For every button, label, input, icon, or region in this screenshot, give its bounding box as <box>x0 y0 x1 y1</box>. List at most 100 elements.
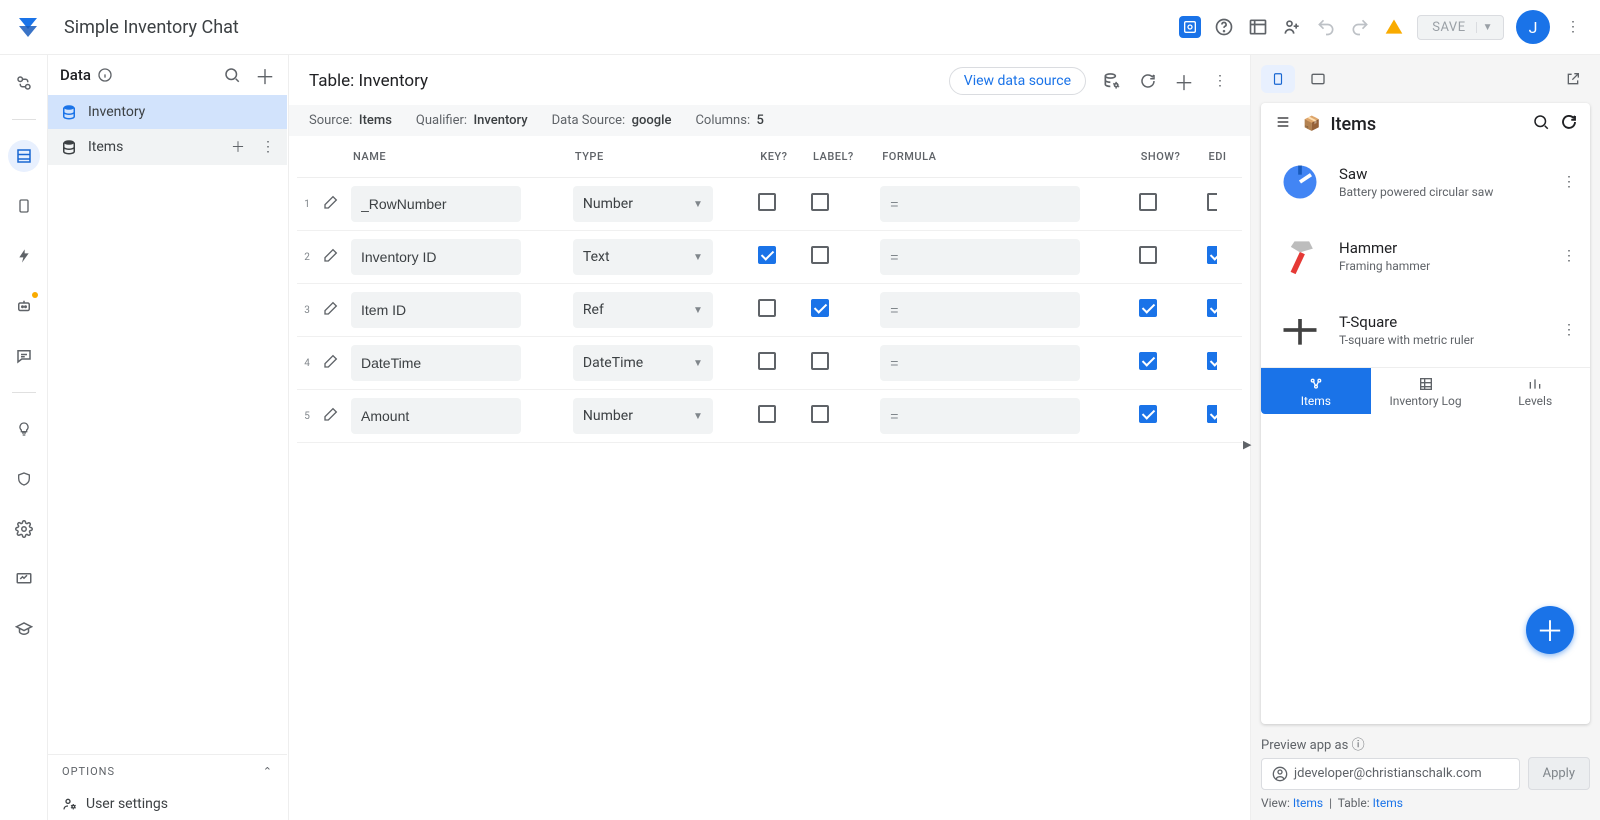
key-checkbox[interactable] <box>758 246 776 264</box>
item-more-icon[interactable]: ⋮ <box>1562 248 1576 264</box>
edit-checkbox[interactable] <box>1207 352 1217 370</box>
footer-view-link[interactable]: Items <box>1293 796 1323 810</box>
preview-list-item[interactable]: Hammer Framing hammer ⋮ <box>1261 219 1590 293</box>
edit-checkbox[interactable] <box>1207 405 1217 423</box>
column-type-select[interactable]: Ref▼ <box>573 292 713 328</box>
preview-tab[interactable]: Inventory Log <box>1371 368 1481 414</box>
preview-tab[interactable]: Levels <box>1480 368 1590 414</box>
save-dropdown-icon[interactable]: ▼ <box>1476 22 1499 33</box>
key-checkbox[interactable] <box>758 193 776 211</box>
rail-chat-icon[interactable] <box>8 340 40 372</box>
edit-checkbox[interactable] <box>1207 193 1217 211</box>
key-checkbox[interactable] <box>758 405 776 423</box>
key-checkbox[interactable] <box>758 299 776 317</box>
info-icon[interactable]: ⓘ <box>1352 738 1365 753</box>
rail-security-icon[interactable] <box>8 463 40 495</box>
help-icon[interactable] <box>1213 16 1235 38</box>
edit-row-icon[interactable] <box>323 353 339 369</box>
col-key[interactable]: KEY? <box>752 136 805 178</box>
show-checkbox[interactable] <box>1139 405 1157 423</box>
preview-email-input[interactable]: jdeveloper@christianschalk.com <box>1261 758 1520 790</box>
column-name-input[interactable] <box>351 186 521 222</box>
edit-checkbox[interactable] <box>1207 299 1217 317</box>
preview-list-item[interactable]: T-Square T-square with metric ruler ⋮ <box>1261 293 1590 367</box>
sidebar-item-items[interactable]: Items ＋ ⋮ <box>48 129 287 165</box>
show-checkbox[interactable] <box>1139 299 1157 317</box>
key-checkbox[interactable] <box>758 352 776 370</box>
preview-search-icon[interactable] <box>1532 113 1550 135</box>
rail-manage-icon[interactable] <box>8 563 40 595</box>
label-checkbox[interactable] <box>811 246 829 264</box>
column-type-select[interactable]: Text▼ <box>573 239 713 275</box>
formula-input[interactable] <box>880 398 1080 434</box>
add-slice-icon[interactable]: ＋ <box>231 137 245 157</box>
preview-tab[interactable]: Items <box>1261 368 1371 414</box>
formula-input[interactable] <box>880 345 1080 381</box>
table-more-icon[interactable]: ⋮ <box>1210 71 1230 91</box>
item-more-icon[interactable]: ⋮ <box>1562 322 1576 338</box>
options-header[interactable]: OPTIONS ⌃ <box>48 755 287 788</box>
edit-row-icon[interactable] <box>323 194 339 210</box>
more-icon[interactable]: ⋮ <box>1562 16 1584 38</box>
edit-row-icon[interactable] <box>323 300 339 316</box>
undo-icon[interactable] <box>1315 16 1337 38</box>
label-checkbox[interactable] <box>811 193 829 211</box>
show-checkbox[interactable] <box>1139 352 1157 370</box>
label-checkbox[interactable] <box>811 352 829 370</box>
expand-handle-icon[interactable]: ▶ <box>1243 438 1251 451</box>
table-settings-icon[interactable] <box>1102 71 1122 91</box>
column-name-input[interactable] <box>351 292 521 328</box>
sidebar-item-inventory[interactable]: Inventory <box>48 95 287 129</box>
formula-input[interactable] <box>880 239 1080 275</box>
rail-data-icon[interactable] <box>8 140 40 172</box>
rail-home-icon[interactable] <box>8 67 40 99</box>
column-type-select[interactable]: Number▼ <box>573 398 713 434</box>
refresh-icon[interactable] <box>1138 71 1158 91</box>
rail-actions-icon[interactable] <box>8 240 40 272</box>
redo-icon[interactable] <box>1349 16 1371 38</box>
device-phone-icon[interactable] <box>1261 65 1295 93</box>
add-table-icon[interactable]: ＋ <box>255 61 275 90</box>
footer-table-link[interactable]: Items <box>1373 796 1403 810</box>
edit-checkbox[interactable] <box>1207 246 1217 264</box>
preview-refresh-icon[interactable] <box>1560 113 1578 135</box>
rail-views-icon[interactable] <box>8 190 40 222</box>
show-checkbox[interactable] <box>1139 193 1157 211</box>
add-column-icon[interactable]: ＋ <box>1174 71 1194 91</box>
edit-row-icon[interactable] <box>323 247 339 263</box>
preview-action-icon[interactable] <box>1179 16 1201 38</box>
device-tablet-icon[interactable] <box>1301 65 1335 93</box>
user-avatar[interactable]: J <box>1516 10 1550 44</box>
item-more-icon[interactable]: ⋮ <box>261 139 275 155</box>
column-name-input[interactable] <box>351 398 521 434</box>
col-type[interactable]: TYPE <box>567 136 752 178</box>
save-button[interactable]: SAVE▼ <box>1417 15 1504 40</box>
info-icon[interactable] <box>97 67 113 83</box>
column-type-select[interactable]: DateTime▼ <box>573 345 713 381</box>
share-icon[interactable] <box>1281 16 1303 38</box>
col-edit[interactable]: EDI <box>1201 136 1243 178</box>
item-more-icon[interactable]: ⋮ <box>1562 174 1576 190</box>
menu-icon[interactable] <box>1273 114 1293 134</box>
edit-row-icon[interactable] <box>323 406 339 422</box>
rail-bot-icon[interactable] <box>8 290 40 322</box>
col-show[interactable]: SHOW? <box>1133 136 1201 178</box>
apply-button[interactable]: Apply <box>1528 757 1590 790</box>
label-checkbox[interactable] <box>811 405 829 423</box>
search-icon[interactable] <box>223 66 241 84</box>
col-formula[interactable]: FORMULA <box>874 136 1133 178</box>
col-label[interactable]: LABEL? <box>805 136 874 178</box>
user-settings-item[interactable]: User settings <box>48 788 287 820</box>
gallery-icon[interactable] <box>1247 16 1269 38</box>
column-type-select[interactable]: Number▼ <box>573 186 713 222</box>
column-name-input[interactable] <box>351 239 521 275</box>
column-name-input[interactable] <box>351 345 521 381</box>
preview-list-item[interactable]: Saw Battery powered circular saw ⋮ <box>1261 145 1590 219</box>
formula-input[interactable] <box>880 292 1080 328</box>
label-checkbox[interactable] <box>811 299 829 317</box>
fab-add-button[interactable]: ＋ <box>1526 606 1574 654</box>
formula-input[interactable] <box>880 186 1080 222</box>
warning-icon[interactable] <box>1383 16 1405 38</box>
col-name[interactable]: NAME <box>345 136 567 178</box>
open-new-icon[interactable] <box>1556 65 1590 93</box>
